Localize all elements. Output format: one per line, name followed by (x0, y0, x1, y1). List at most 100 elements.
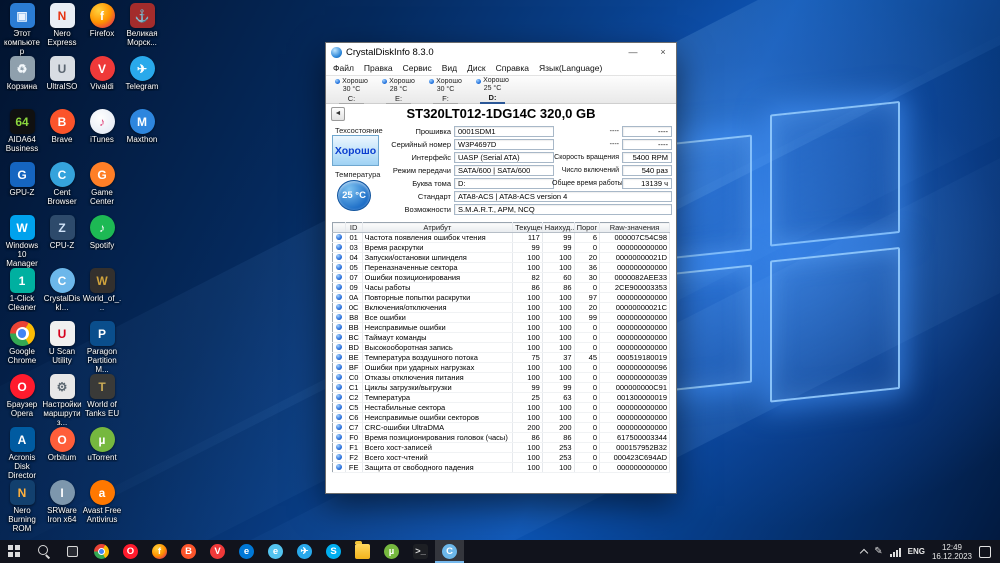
smart-row[interactable]: 04 Запуски/остановки шпинделя 100 100 20… (332, 252, 670, 263)
smart-row[interactable]: BE Температура воздушного потока 75 37 4… (332, 352, 670, 363)
smart-row[interactable]: 05 Переназначенные сектора 100 100 36 00… (332, 262, 670, 273)
desktop-icon[interactable]: ♪ Spotify (82, 215, 122, 268)
desktop-icon[interactable]: M Maxthon (122, 109, 162, 162)
desktop-icon[interactable]: µ uTorrent (82, 427, 122, 480)
taskbar-item[interactable]: B (174, 540, 203, 563)
taskbar-item[interactable]: µ (377, 540, 406, 563)
menu-item[interactable]: Диск (462, 62, 490, 74)
desktop-icon[interactable]: W World_of_... (82, 268, 122, 321)
desktop-icon[interactable]: 64 AIDA64 Business (2, 109, 42, 162)
smart-row[interactable]: C5 Нестабильные сектора 100 100 0 000000… (332, 402, 670, 413)
smart-row[interactable]: C2 Температура 25 63 0 001300000019 (332, 392, 670, 403)
smart-row[interactable]: F2 Всего хост-чтений 100 253 0 000423C69… (332, 452, 670, 463)
desktop-icon[interactable]: T World of Tanks EU (82, 374, 122, 427)
close-button[interactable]: × (650, 43, 676, 61)
smart-row[interactable]: BB Неисправимые ошибки 100 100 0 0000000… (332, 322, 670, 333)
desktop-icon[interactable]: V Vivaldi (82, 56, 122, 109)
menu-item[interactable]: Сервис (398, 62, 437, 74)
header-status (332, 222, 346, 233)
taskbar-item[interactable]: f (145, 540, 174, 563)
smart-row[interactable]: B8 Все ошибки 100 100 99 000000000000 (332, 312, 670, 323)
smart-row[interactable]: 0C Включения/отключения 100 100 20 00000… (332, 302, 670, 313)
desktop-icon[interactable]: W Windows 10 Manager (2, 215, 42, 268)
taskbar-item[interactable] (58, 540, 87, 563)
smart-row[interactable]: 07 Ошибки позиционирования 82 60 30 0000… (332, 272, 670, 283)
smart-row[interactable]: BC Таймаут команды 100 100 0 00000000000… (332, 332, 670, 343)
drive-tab[interactable]: Хорошо 30 °C C: (328, 77, 375, 104)
desktop-icon[interactable]: C Cent Browser (42, 162, 82, 215)
taskbar-item[interactable]: >_ (406, 540, 435, 563)
language-indicator[interactable]: ENG (908, 547, 925, 556)
smart-row[interactable]: C1 Циклы загрузки/выгрузки 99 99 0 00000… (332, 382, 670, 393)
menu-item[interactable]: Файл (328, 62, 359, 74)
previous-drive-button[interactable]: ◄ (331, 107, 345, 121)
smart-row[interactable]: 01 Частота появления ошибок чтения 117 9… (332, 232, 670, 243)
taskbar-item[interactable] (29, 540, 58, 563)
clock[interactable]: 12:49 16.12.2023 (932, 543, 972, 561)
taskbar-item[interactable] (348, 540, 377, 563)
smart-row[interactable]: 09 Часы работы 86 86 0 2CE900003353 (332, 282, 670, 293)
taskbar-item[interactable] (87, 540, 116, 563)
desktop-icon[interactable]: a Avast Free Antivirus (82, 480, 122, 533)
desktop-icon[interactable]: ✈ Telegram (122, 56, 162, 109)
desktop[interactable]: ▣ Этот компьютер ♻ Корзина 64 AIDA64 Bus… (0, 0, 1000, 540)
desktop-icon[interactable]: U U Scan Utility (42, 321, 82, 374)
health-status-box[interactable]: Хорошо (332, 135, 379, 166)
desktop-icon[interactable]: ♻ Корзина (2, 56, 42, 109)
menu-item[interactable]: Вид (437, 62, 462, 74)
smart-row[interactable]: F0 Время позиционирования головок (часы)… (332, 432, 670, 443)
temperature-indicator[interactable]: 25 °C (337, 180, 371, 211)
desktop-icon[interactable]: ▣ Этот компьютер (2, 3, 42, 56)
taskbar-item[interactable]: e (261, 540, 290, 563)
menu-item[interactable]: Справка (491, 62, 534, 74)
taskbar-item[interactable]: e (232, 540, 261, 563)
desktop-icon[interactable]: A Acronis Disk Director 1... (2, 427, 42, 480)
desktop-icon[interactable]: I SRWare Iron x64 (42, 480, 82, 533)
desktop-icon[interactable]: U UltraISO (42, 56, 82, 109)
menu-item[interactable]: Язык(Language) (534, 62, 607, 74)
taskbar-item[interactable]: O (116, 540, 145, 563)
menu-item[interactable]: Правка (359, 62, 398, 74)
desktop-icon[interactable]: ♪ iTunes (82, 109, 122, 162)
drive-tab[interactable]: Хорошо 25 °C D: (469, 77, 516, 104)
pen-icon[interactable]: ✎ (874, 546, 882, 557)
desktop-icon[interactable]: O Браузер Opera (2, 374, 42, 427)
window-titlebar[interactable]: CrystalDiskInfo 8.3.0 — × (326, 43, 676, 61)
taskbar-item[interactable] (0, 540, 29, 563)
smart-row[interactable]: 03 Время раскрутки 99 99 0 000000000000 (332, 242, 670, 253)
smart-row[interactable]: C6 Неисправимые ошибки секторов 100 100 … (332, 412, 670, 423)
desktop-icon-label: UltraISO (46, 82, 78, 91)
desktop-icon[interactable]: ⚙ Настройки маршрутиз... (42, 374, 82, 427)
chevron-up-icon[interactable] (859, 548, 869, 558)
taskbar-item[interactable]: ✈ (290, 540, 319, 563)
smart-row[interactable]: C7 CRC-ошибки UltraDMA 200 200 0 0000000… (332, 422, 670, 433)
taskbar-item[interactable]: C (435, 540, 464, 563)
smart-row[interactable]: BF Ошибки при ударных нагрузках 100 100 … (332, 362, 670, 373)
desktop-icon[interactable]: Google Chrome (2, 321, 42, 374)
desktop-icon[interactable]: C CrystalDiskI... (42, 268, 82, 321)
smart-row[interactable]: BD Высокооборотная запись 100 100 0 0000… (332, 342, 670, 353)
desktop-icon[interactable]: 1 1-Click Cleaner (2, 268, 42, 321)
desktop-icon[interactable]: G Game Center (82, 162, 122, 215)
desktop-icon[interactable]: f Firefox (82, 3, 122, 56)
taskbar-app-icon (65, 544, 80, 559)
desktop-icon[interactable]: P Paragon Partition M... (82, 321, 122, 374)
network-icon[interactable] (889, 547, 901, 557)
desktop-icon[interactable]: ⚓ Великая Морск... (122, 3, 162, 56)
desktop-icon[interactable]: O Orbitum (42, 427, 82, 480)
desktop-icon[interactable]: N Nero Express (42, 3, 82, 56)
smart-row[interactable]: FE Защита от свободного падения 100 100 … (332, 462, 670, 473)
drive-tab[interactable]: Хорошо 30 °C F: (422, 77, 469, 104)
desktop-icon[interactable]: B Brave (42, 109, 82, 162)
desktop-icon[interactable]: G GPU-Z (2, 162, 42, 215)
smart-row[interactable]: C0 Отказы отключения питания 100 100 0 0… (332, 372, 670, 383)
desktop-icon[interactable]: N Nero Burning ROM (2, 480, 42, 533)
drive-tab[interactable]: Хорошо 28 °C E: (375, 77, 422, 104)
smart-row[interactable]: 0A Повторные попытки раскрутки 100 100 9… (332, 292, 670, 303)
taskbar-item[interactable]: V (203, 540, 232, 563)
minimize-button[interactable]: — (620, 43, 646, 61)
taskbar-item[interactable]: S (319, 540, 348, 563)
smart-row[interactable]: F1 Всего хост-записей 100 253 0 00015795… (332, 442, 670, 453)
desktop-icon[interactable]: Z CPU-Z (42, 215, 82, 268)
notification-center-icon[interactable] (979, 545, 991, 558)
